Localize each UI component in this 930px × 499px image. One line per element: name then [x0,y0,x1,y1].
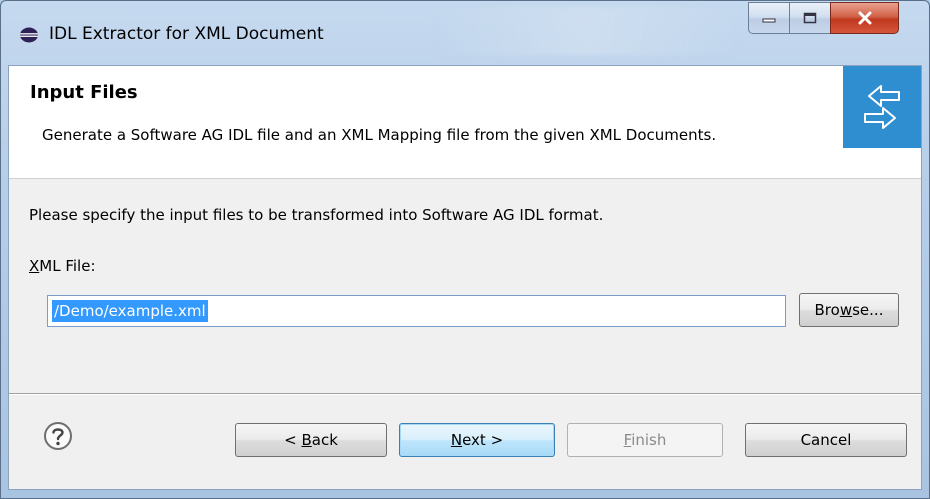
back-button[interactable]: < Back [235,423,387,457]
xml-file-label-mnemonic: X [29,257,40,275]
xml-file-input[interactable]: /Demo/example.xml [47,295,786,327]
instruction-text: Please specify the input files to be tra… [29,206,604,224]
background-window-blur [431,7,741,55]
wizard-header: Input Files Generate a Software AG IDL f… [9,66,921,179]
minimize-icon [762,18,776,23]
finish-button[interactable]: Finish [567,423,723,457]
wizard-banner [843,66,921,148]
cancel-button[interactable]: Cancel [745,423,907,457]
back-label-mnemonic: B [301,431,312,449]
next-label-mnemonic: N [450,431,463,449]
finish-label-post: inish [631,431,667,449]
dialog-client-area: Input Files Generate a Software AG IDL f… [8,65,922,490]
maximize-icon [803,12,817,24]
exchange-arrows-icon [864,85,900,129]
window-title: IDL Extractor for XML Document [49,24,324,44]
next-button[interactable]: Next > [399,423,555,457]
browse-label-mnemonic: w [839,301,853,319]
help-icon[interactable] [43,421,73,451]
title-bar[interactable]: IDL Extractor for XML Document [1,1,929,65]
dialog-window: IDL Extractor for XML Document Input Fil… [0,0,930,499]
xml-file-label: XML File: [29,257,96,275]
browse-label-post: se... [852,301,884,319]
next-label-post: ext > [462,431,504,449]
minimize-button[interactable] [748,2,790,34]
xml-file-label-rest: ML File: [39,257,96,275]
page-description: Generate a Software AG IDL file and an X… [42,126,717,144]
browse-label-pre: Bro [814,301,840,319]
page-title: Input Files [30,82,138,103]
maximize-button[interactable] [789,2,831,34]
eclipse-icon [19,27,39,43]
close-icon [858,11,871,25]
back-label-post: ack [311,431,338,449]
close-button[interactable] [830,2,899,34]
browse-button[interactable]: Browse... [799,293,899,327]
footer-separator [9,393,921,395]
back-label-pre: < [284,431,302,449]
xml-file-value: /Demo/example.xml [52,300,208,322]
